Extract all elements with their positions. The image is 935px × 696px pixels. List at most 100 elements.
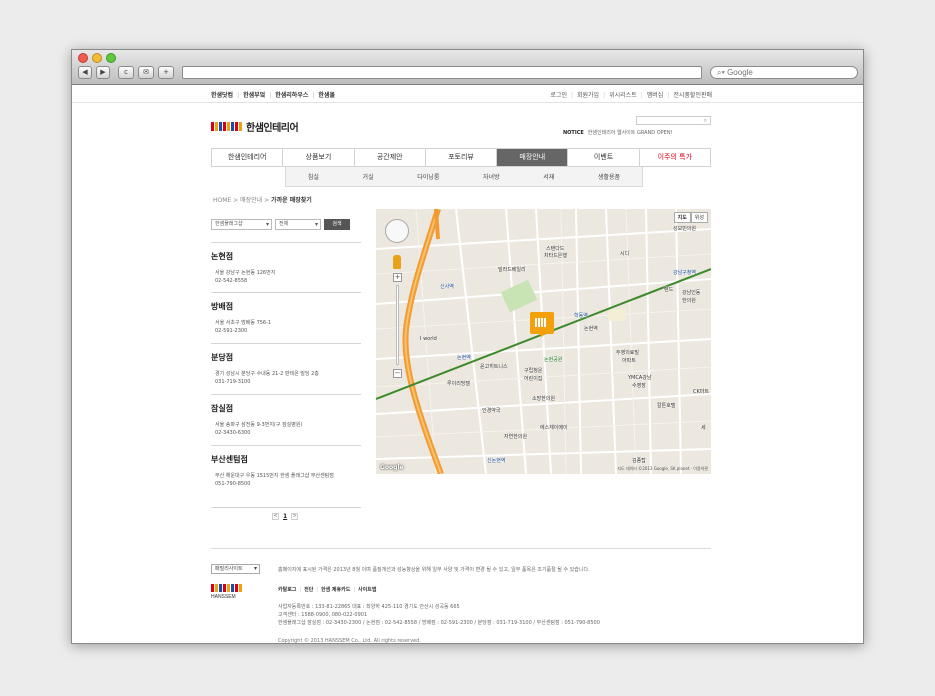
zoom-window-icon[interactable]	[106, 53, 116, 63]
reload-button[interactable]: c	[118, 66, 134, 79]
map-type-map-button[interactable]: 지도	[673, 212, 691, 223]
next-page-button[interactable]: >	[291, 513, 299, 520]
utility-link[interactable]: 전시품할인판매	[663, 90, 712, 99]
store-name[interactable]: 부산센텀점	[211, 454, 361, 465]
map-place-label[interactable]: 학동역	[574, 312, 588, 319]
map-place-label[interactable]: 에스체이메이	[540, 424, 568, 431]
map-place-label[interactable]: 논현공원	[544, 356, 562, 363]
map-type-satellite-button[interactable]: 위성	[690, 212, 708, 223]
store-name[interactable]: 분당점	[211, 352, 361, 363]
family-site-link[interactable]: 한샘부엌	[233, 90, 265, 99]
store-item[interactable]: 논현점 서울 강남구 논현동 126번지 02-542-8558	[211, 242, 361, 293]
search-icon[interactable]: ⌕	[704, 117, 707, 125]
family-site-select[interactable]: 패밀리사이트	[211, 564, 260, 574]
store-item[interactable]: 분당점 경기 성남시 분당구 수내동 21-2 판테온 빌딩 2층 031-719-…	[211, 344, 361, 395]
map-place-label[interactable]: 신사역	[440, 283, 454, 290]
map-place-label[interactable]: 렌드	[664, 286, 673, 293]
gnb-item[interactable]: 한샘인테리어	[212, 149, 284, 166]
prev-page-button[interactable]: <	[272, 513, 279, 520]
map-place-label[interactable]: 자연한의원	[504, 433, 527, 440]
utility-link[interactable]: 멤버십	[637, 90, 664, 99]
store-item[interactable]: 잠실점 서울 송파구 삼전동 9-3번지(구 잠실병원) 02-3430-6300	[211, 395, 361, 446]
store-item[interactable]: 부산센텀점 부산 해운대구 우동 1515번지 한샘 플래그샵 부산센텀점 051-…	[211, 446, 361, 508]
map-pan-control[interactable]	[385, 219, 409, 243]
sub-menu-item[interactable]: 다이닝룸	[417, 172, 439, 181]
map-place-label[interactable]: 한의원	[682, 297, 696, 304]
zoom-in-button[interactable]: +	[393, 273, 402, 282]
forward-button[interactable]: ▶	[96, 66, 110, 79]
map-place-label[interactable]: 윤고히트니스	[480, 363, 508, 370]
footer-link[interactable]: 한샘 제휴카드	[313, 586, 350, 593]
map-place-label[interactable]: 수영장	[632, 382, 646, 389]
map-place-label[interactable]: 아파트	[622, 357, 636, 364]
map-place-label[interactable]: 시디	[620, 250, 629, 257]
gnb-item[interactable]: 상품보기	[283, 149, 355, 166]
close-window-icon[interactable]	[78, 53, 88, 63]
street-view-pegman-icon[interactable]	[393, 255, 401, 269]
map-place-label[interactable]: 김종탑	[632, 457, 646, 464]
address-bar[interactable]	[182, 66, 702, 79]
store-name[interactable]: 방배점	[211, 301, 361, 312]
browser-search-input[interactable]: ⌕▾ Google	[710, 66, 858, 79]
footer-link[interactable]: 카탈로그	[278, 586, 296, 593]
map-place-label[interactable]: 신논현역	[487, 457, 505, 464]
map-place-label[interactable]: 세	[701, 424, 706, 431]
minimize-window-icon[interactable]	[92, 53, 102, 63]
map-place-label[interactable]: YMCA강남	[628, 374, 651, 381]
map-place-label[interactable]: 차타드은행	[544, 252, 567, 259]
map-place-label[interactable]: 두영의료빌	[616, 349, 639, 356]
map-place-label[interactable]: 논현역	[457, 354, 471, 361]
notice-bar[interactable]: NOTICE 한샘인테리어 웹사이트 GRAND OPEN!	[563, 129, 673, 136]
utility-link[interactable]: 로그인	[550, 90, 567, 99]
gnb-item[interactable]: 포토리뷰	[426, 149, 498, 166]
sub-menu-item[interactable]: 거실	[363, 172, 374, 181]
brand-logo[interactable]: 한샘인테리어	[211, 119, 299, 134]
map-place-label[interactable]: 강남구청역	[673, 269, 696, 276]
map-place-label[interactable]: 소망한의원	[532, 395, 555, 402]
add-bookmark-button[interactable]: +	[158, 66, 174, 79]
gnb-item[interactable]: 매장안내	[497, 149, 569, 166]
footer-link[interactable]: 사이트맵	[350, 586, 376, 593]
current-page[interactable]: 1	[283, 513, 287, 520]
sub-menu-item[interactable]: 자녀방	[483, 172, 500, 181]
map-place-label[interactable]: I world	[420, 336, 437, 342]
store-item[interactable]: 방배점 서울 서초구 방배동 756-1 02-591-2300	[211, 293, 361, 344]
store-type-select[interactable]: 한샘플래그샵	[211, 219, 272, 230]
sub-menu-item[interactable]: 생활용품	[598, 172, 620, 181]
map-place-label[interactable]: 논현역	[584, 325, 598, 332]
map-place-label[interactable]: 어린이집	[524, 375, 542, 382]
sub-menu-item[interactable]: 서재	[543, 172, 554, 181]
site-search-input[interactable]: ⌕	[636, 116, 711, 125]
utility-link[interactable]: 회원가입	[567, 90, 599, 99]
family-site-link[interactable]: 한샘닷컴	[211, 90, 233, 99]
map-place-label[interactable]: 인경약국	[482, 407, 500, 414]
breadcrumb-level1[interactable]: 매장안내	[240, 197, 262, 204]
gnb-item[interactable]: 이주의 특가	[640, 149, 710, 166]
store-name[interactable]: 잠실점	[211, 403, 361, 414]
store-name[interactable]: 논현점	[211, 251, 361, 262]
map-place-label[interactable]: 성보빈의원	[673, 225, 696, 232]
back-button[interactable]: ◀	[78, 66, 92, 79]
store-location-pin-icon[interactable]	[530, 312, 554, 337]
zoom-slider[interactable]	[396, 285, 399, 365]
family-site-link[interactable]: 한샘리하우스	[265, 90, 308, 99]
family-site-link[interactable]: 한샘몰	[308, 90, 335, 99]
gnb-item[interactable]: 이벤트	[568, 149, 640, 166]
map-place-label[interactable]: 강남인동	[682, 289, 700, 296]
google-logo[interactable]: Google	[380, 464, 404, 471]
breadcrumb-home[interactable]: HOME	[213, 197, 231, 204]
map-place-label[interactable]: CK마트	[693, 388, 709, 395]
bookmarks-button[interactable]: ✉	[138, 66, 154, 79]
utility-link[interactable]: 위시리스트	[599, 90, 637, 99]
gnb-item[interactable]: 공간제안	[355, 149, 426, 166]
map-place-label[interactable]: 스탠다드	[546, 245, 564, 252]
zoom-out-button[interactable]: −	[393, 369, 402, 378]
sub-menu-item[interactable]: 침실	[308, 172, 319, 181]
region-select[interactable]: 전체	[275, 219, 321, 230]
map-copyright[interactable]: 지도 데이터 ©2013 Google, SK planet · 이용약관	[617, 466, 708, 472]
footer-link[interactable]: 전단	[296, 586, 313, 593]
store-map[interactable]: + − 지도 위성 성보빈의원스탠다드 차타드은행 시디빌라드베일리 강남구청역신사역…	[376, 209, 711, 474]
search-button[interactable]: 검색	[324, 219, 350, 230]
map-place-label[interactable]: 빌라드베일리	[498, 266, 526, 273]
map-place-label[interactable]: 구립청운	[524, 367, 542, 374]
